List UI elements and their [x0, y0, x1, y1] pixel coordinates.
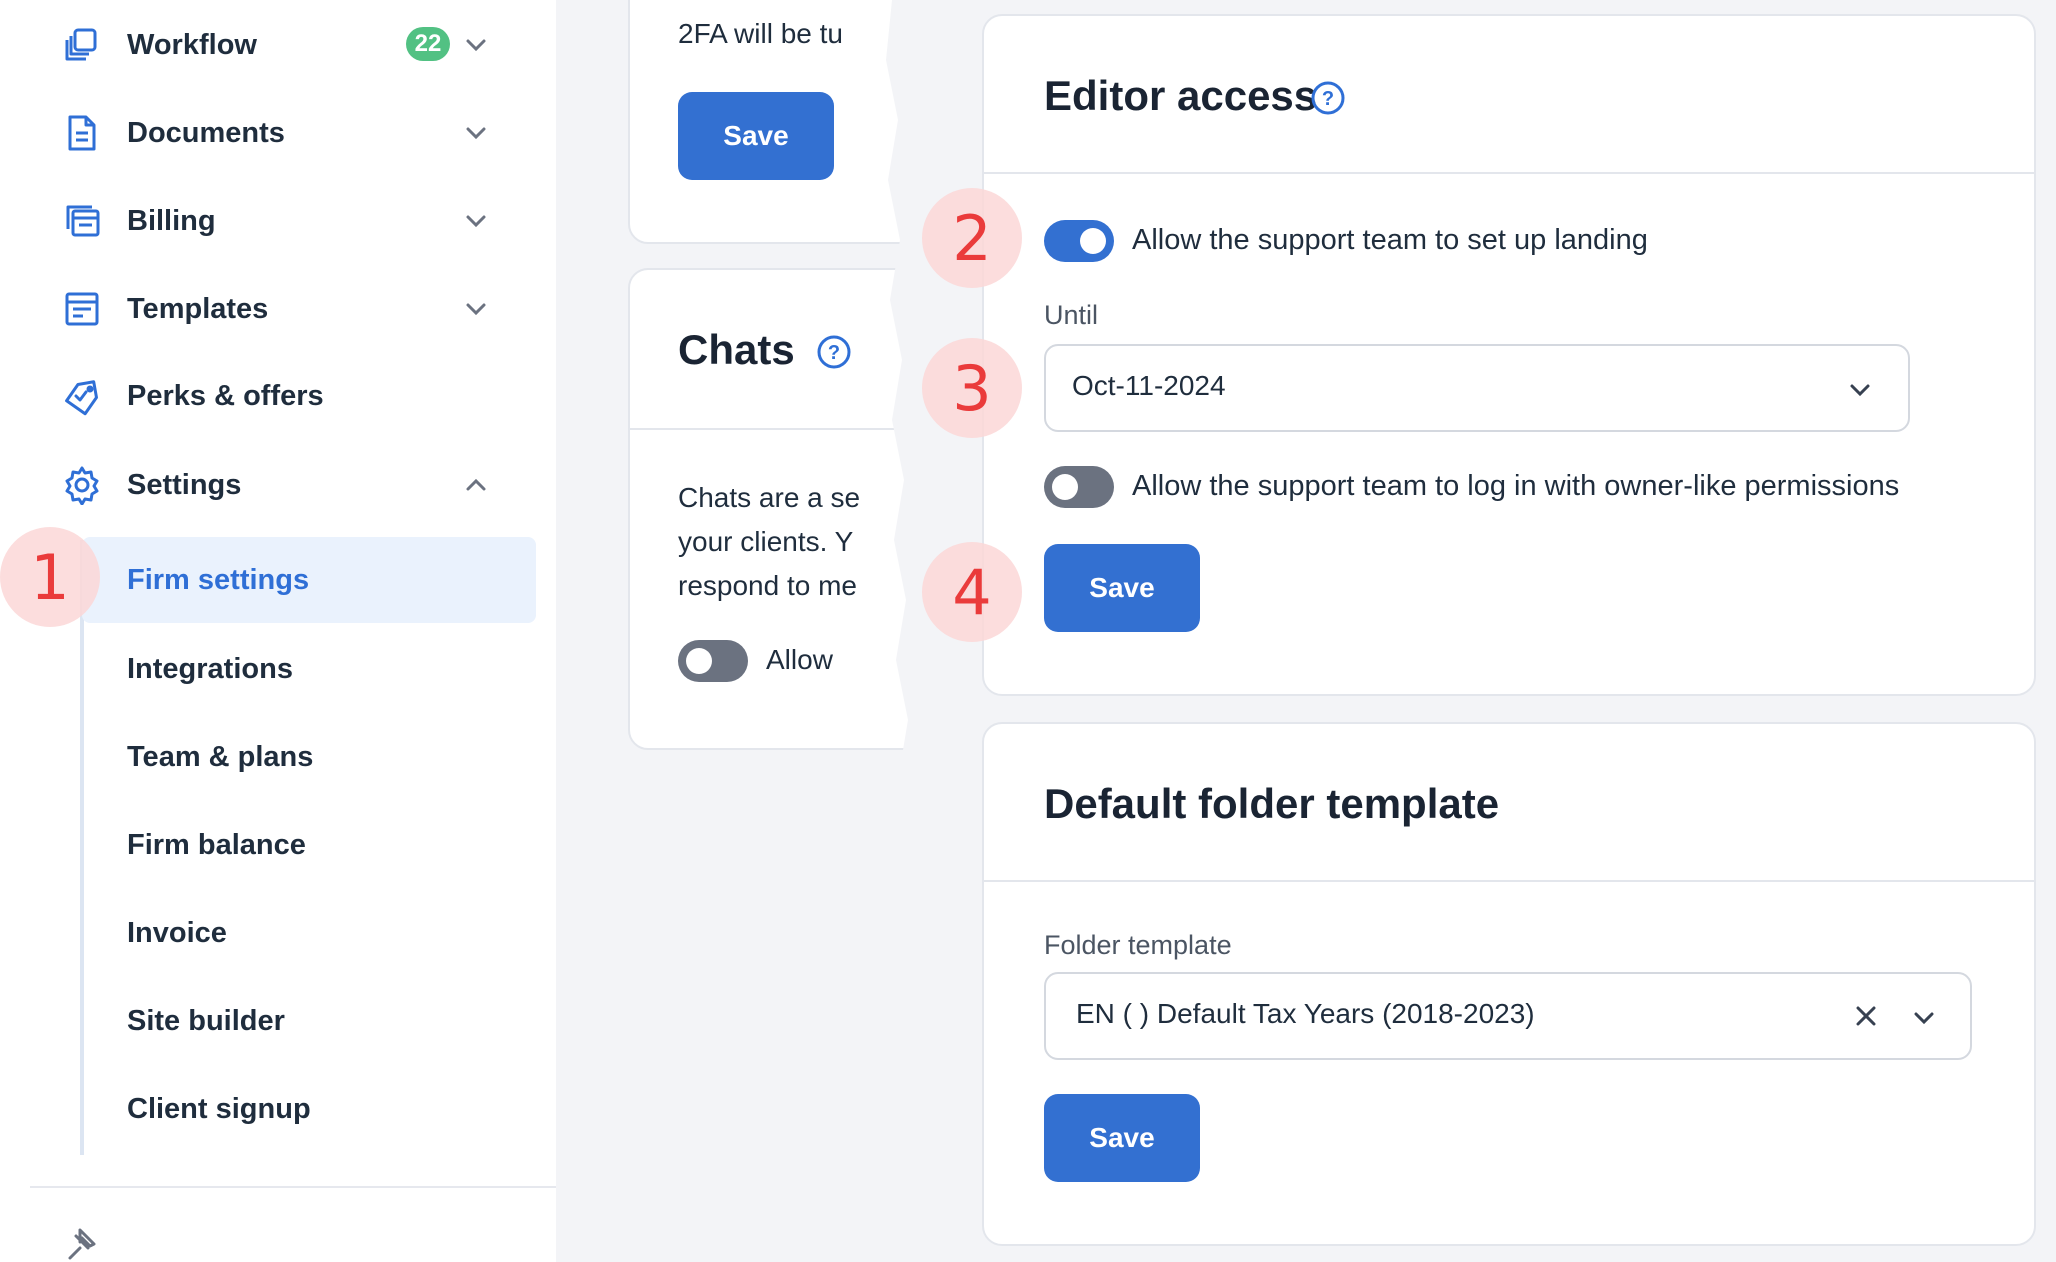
sidebar-subitem-site-builder[interactable]: Site builder — [80, 978, 536, 1064]
billing-icon — [60, 199, 104, 243]
card-divider — [984, 172, 2034, 174]
chevron-down-icon[interactable] — [462, 295, 490, 323]
chats-toggle-label: Allow — [766, 644, 833, 675]
sidebar: Workflow 22 Documents Billing Templates … — [0, 0, 558, 1262]
sidebar-subitem-team-plans[interactable]: Team & plans — [80, 714, 536, 800]
sidebar-subitem-label: Site builder — [127, 1004, 285, 1037]
twofa-text: 2FA will be tu — [678, 18, 843, 49]
support-landing-label: Allow the support team to set up landing — [1132, 224, 1648, 256]
sidebar-item-label: Workflow — [127, 28, 257, 61]
chats-text-line: Chats are a se — [678, 482, 861, 513]
chats-allow-toggle[interactable] — [678, 640, 748, 682]
sidebar-subitem-label: Client signup — [127, 1092, 311, 1125]
support-landing-toggle[interactable] — [1044, 220, 1114, 262]
sidebar-item-settings[interactable]: Settings — [60, 450, 520, 520]
workflow-icon — [60, 23, 104, 67]
sidebar-item-billing[interactable]: Billing — [60, 186, 520, 256]
callout-marker: 1 — [0, 527, 100, 627]
sidebar-item-label: Billing — [127, 204, 216, 237]
help-icon[interactable]: ? — [816, 334, 852, 370]
sidebar-item-perks[interactable]: Perks & offers — [60, 361, 520, 431]
svg-text:?: ? — [1322, 88, 1334, 110]
documents-icon — [60, 111, 104, 155]
sidebar-subitem-invoice[interactable]: Invoice — [80, 890, 536, 976]
card-title: Editor access — [1044, 72, 1318, 119]
chevron-down-icon[interactable] — [462, 207, 490, 235]
callout-marker: 4 — [922, 542, 1022, 642]
workflow-count-badge: 22 — [406, 27, 450, 61]
toggle-knob — [1052, 474, 1078, 500]
sidebar-subitem-firm-balance[interactable]: Firm balance — [80, 802, 536, 888]
callout-marker: 2 — [922, 188, 1022, 288]
toggle-knob — [686, 648, 712, 674]
perks-icon — [60, 374, 104, 418]
sidebar-subitem-label: Integrations — [127, 652, 293, 685]
folder-template-value: EN ( ) Default Tax Years (2018-2023) — [1076, 998, 1535, 1029]
sidebar-item-label: Documents — [127, 116, 285, 149]
until-date-select[interactable]: Oct-11-2024 — [1044, 344, 1910, 432]
right-column: Editor access ? Allow the support team t… — [936, 0, 2056, 1262]
folder-template-select[interactable]: EN ( ) Default Tax Years (2018-2023) — [1044, 972, 1972, 1060]
folder-template-card: Default folder template Folder template … — [982, 722, 2036, 1246]
card-divider — [984, 880, 2034, 882]
support-owner-login-toggle[interactable] — [1044, 466, 1114, 508]
card-title: Default folder template — [1044, 780, 1500, 827]
chevron-down-icon[interactable] — [462, 31, 490, 59]
pin-icon[interactable] — [62, 1222, 102, 1262]
clear-icon[interactable] — [1852, 1002, 1880, 1030]
sidebar-subitem-label: Invoice — [127, 916, 227, 949]
sidebar-subitem-client-signup[interactable]: Client signup — [80, 1066, 536, 1152]
templates-icon — [60, 287, 104, 331]
until-date-value: Oct-11-2024 — [1072, 370, 1226, 401]
sidebar-item-label: Templates — [127, 292, 269, 325]
until-label: Until — [1044, 300, 1099, 330]
save-button[interactable]: Save — [1044, 544, 1200, 632]
chevron-down-icon[interactable] — [462, 119, 490, 147]
sidebar-item-workflow[interactable]: Workflow 22 — [60, 10, 520, 80]
card-title: Chats — [678, 326, 795, 373]
save-button[interactable]: Save — [678, 92, 834, 180]
chevron-down-icon[interactable] — [1910, 1004, 1938, 1032]
sidebar-subitem-label: Firm balance — [127, 828, 306, 861]
sidebar-subitem-integrations[interactable]: Integrations — [80, 626, 536, 712]
support-owner-login-label: Allow the support team to log in with ow… — [1132, 470, 1900, 502]
editor-access-card: Editor access ? Allow the support team t… — [982, 14, 2036, 696]
save-button[interactable]: Save — [1044, 1094, 1200, 1182]
svg-text:?: ? — [828, 342, 840, 364]
chats-text-line: your clients. Y — [678, 526, 854, 557]
help-icon[interactable]: ? — [1310, 80, 1346, 116]
folder-template-label: Folder template — [1044, 930, 1232, 960]
sidebar-subitem-label: Team & plans — [127, 740, 314, 773]
sidebar-subitem-label: Firm settings — [127, 563, 310, 596]
sidebar-subitem-firm-settings[interactable]: Firm settings — [82, 537, 536, 623]
toggle-knob — [1080, 228, 1106, 254]
chevron-up-icon[interactable] — [462, 471, 490, 499]
sidebar-item-label: Perks & offers — [127, 379, 324, 412]
chats-text-line: respond to me — [678, 570, 857, 601]
sidebar-item-documents[interactable]: Documents — [60, 98, 520, 168]
sidebar-divider — [30, 1186, 556, 1188]
callout-marker: 3 — [922, 338, 1022, 438]
sidebar-item-label: Settings — [127, 468, 242, 501]
chevron-down-icon[interactable] — [1846, 376, 1874, 404]
sidebar-item-templates[interactable]: Templates — [60, 274, 520, 344]
gear-icon — [60, 463, 104, 507]
